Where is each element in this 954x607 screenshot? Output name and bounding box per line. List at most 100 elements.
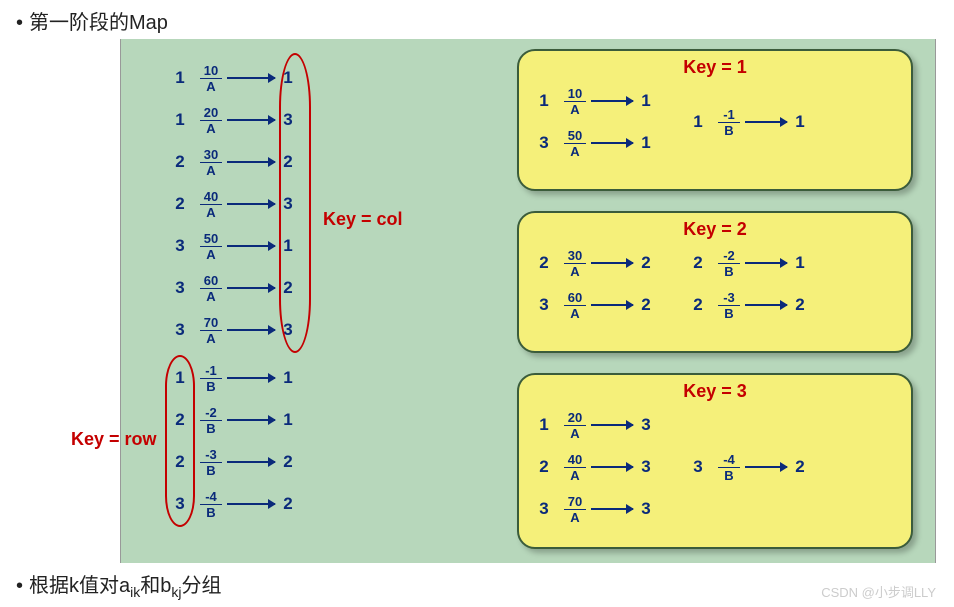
entry-fraction: 70A [195, 316, 227, 345]
entry-right: 3 [635, 457, 657, 477]
entry-left: 3 [169, 236, 191, 256]
arrow-icon [227, 77, 275, 79]
entry-left: 3 [169, 320, 191, 340]
group-2-box: Key = 2 230A2360A22-2B12-3B2 [517, 211, 913, 353]
group-1-title: Key = 1 [519, 57, 911, 78]
entry-right: 1 [277, 410, 299, 430]
entry-right: 2 [635, 253, 657, 273]
entry-fraction: 60A [195, 274, 227, 303]
entry-fraction: -4B [195, 490, 227, 519]
bullet-icon: • [16, 12, 23, 34]
group-2-title: Key = 2 [519, 219, 911, 240]
entry-fraction: 30A [195, 148, 227, 177]
entry-left: 2 [169, 194, 191, 214]
group-3-title: Key = 3 [519, 381, 911, 402]
entry-right: 2 [789, 457, 811, 477]
arrow-icon [227, 161, 275, 163]
arrow-icon [227, 503, 275, 505]
arrow-icon [227, 419, 275, 421]
sub-kj: kj [171, 584, 181, 600]
entry-left: 3 [169, 278, 191, 298]
title-bottom-pre: 根据k值对a [29, 575, 130, 597]
entry-fraction: 10A [559, 87, 591, 116]
arrow-icon [591, 304, 633, 306]
entry-right: 3 [635, 499, 657, 519]
entry-left: 2 [687, 253, 709, 273]
arrow-icon [227, 461, 275, 463]
data-entry: 3-4B2 [169, 483, 409, 525]
data-entry: 2-2B 1 [687, 244, 811, 282]
key-row-label: Key = row [71, 429, 171, 450]
arrow-icon [591, 424, 633, 426]
entry-left: 3 [687, 457, 709, 477]
arrow-icon [591, 142, 633, 144]
arrow-icon [227, 287, 275, 289]
entry-right: 2 [277, 452, 299, 472]
entry-left: 1 [533, 91, 555, 111]
diagram-panel: 110A1120A3230A2240A3350A1360A2370A3 1-1B… [120, 39, 936, 563]
arrow-icon [745, 304, 787, 306]
arrow-icon [227, 203, 275, 205]
arrow-icon [591, 100, 633, 102]
entry-left: 2 [169, 152, 191, 172]
data-entry: 370A3 [533, 490, 657, 528]
data-entry: 3-4B 2 [687, 448, 811, 486]
entry-right: 1 [789, 112, 811, 132]
entry-fraction: 10A [195, 64, 227, 93]
entry-fraction: 30A [559, 249, 591, 278]
data-entry: 110A1 [533, 82, 657, 120]
data-entry: 2-3B2 [687, 286, 811, 324]
entry-fraction: -3B [713, 291, 745, 320]
data-entry: 240A3 [533, 448, 657, 486]
entry-right: 2 [277, 494, 299, 514]
arrow-icon [227, 329, 275, 331]
arrow-icon [745, 121, 787, 123]
col-oval [279, 53, 311, 353]
entry-right: 2 [789, 295, 811, 315]
data-entry: 230A2 [533, 244, 657, 282]
arrow-icon [227, 119, 275, 121]
data-entry: 2-3B2 [169, 441, 409, 483]
entry-left: 3 [533, 499, 555, 519]
entry-left: 2 [533, 457, 555, 477]
entry-right: 3 [635, 415, 657, 435]
entry-right: 1 [277, 368, 299, 388]
entry-fraction: 20A [195, 106, 227, 135]
data-entry: 1-1B1 [169, 357, 409, 399]
entry-left: 1 [533, 415, 555, 435]
data-entry: 350A1 [533, 124, 657, 162]
entry-right: 1 [635, 91, 657, 111]
entry-fraction: 40A [195, 190, 227, 219]
entry-left: 1 [169, 110, 191, 130]
group-1-box: Key = 1 110A1350A11-1B1 [517, 49, 913, 191]
title-bottom-mid: 和b [140, 575, 171, 597]
data-entry: 2-2B1 [169, 399, 409, 441]
data-entry: 120A 3 [533, 406, 657, 444]
entry-right: 1 [789, 253, 811, 273]
watermark: CSDN @小步调LLY [821, 582, 936, 601]
matrix-b-list: 1-1B12-2B12-3B23-4B2 [169, 357, 409, 525]
entry-left: 1 [687, 112, 709, 132]
title-bottom: •根据k值对aik和bkj分组 [0, 565, 954, 604]
arrow-icon [745, 262, 787, 264]
entry-fraction: 70A [559, 495, 591, 524]
entry-fraction: 20A [559, 411, 591, 440]
arrow-icon [227, 377, 275, 379]
entry-fraction: -2B [713, 249, 745, 278]
title-bottom-post: 分组 [182, 575, 222, 597]
group-3-box: Key = 3 120A3240A3370A33-4B2 [517, 373, 913, 549]
data-entry: 1-1B1 [687, 103, 811, 141]
entry-right: 1 [635, 133, 657, 153]
entry-fraction: -4B [713, 453, 745, 482]
entry-fraction: 60A [559, 291, 591, 320]
entry-fraction: -3B [195, 448, 227, 477]
title-top-text: 第一阶段的Map [29, 12, 168, 34]
arrow-icon [227, 245, 275, 247]
sub-ik: ik [130, 584, 140, 600]
arrow-icon [591, 466, 633, 468]
entry-left: 2 [533, 253, 555, 273]
data-entry: 360A2 [533, 286, 657, 324]
entry-left: 2 [687, 295, 709, 315]
entry-fraction: -1B [713, 108, 745, 137]
entry-left: 1 [169, 68, 191, 88]
